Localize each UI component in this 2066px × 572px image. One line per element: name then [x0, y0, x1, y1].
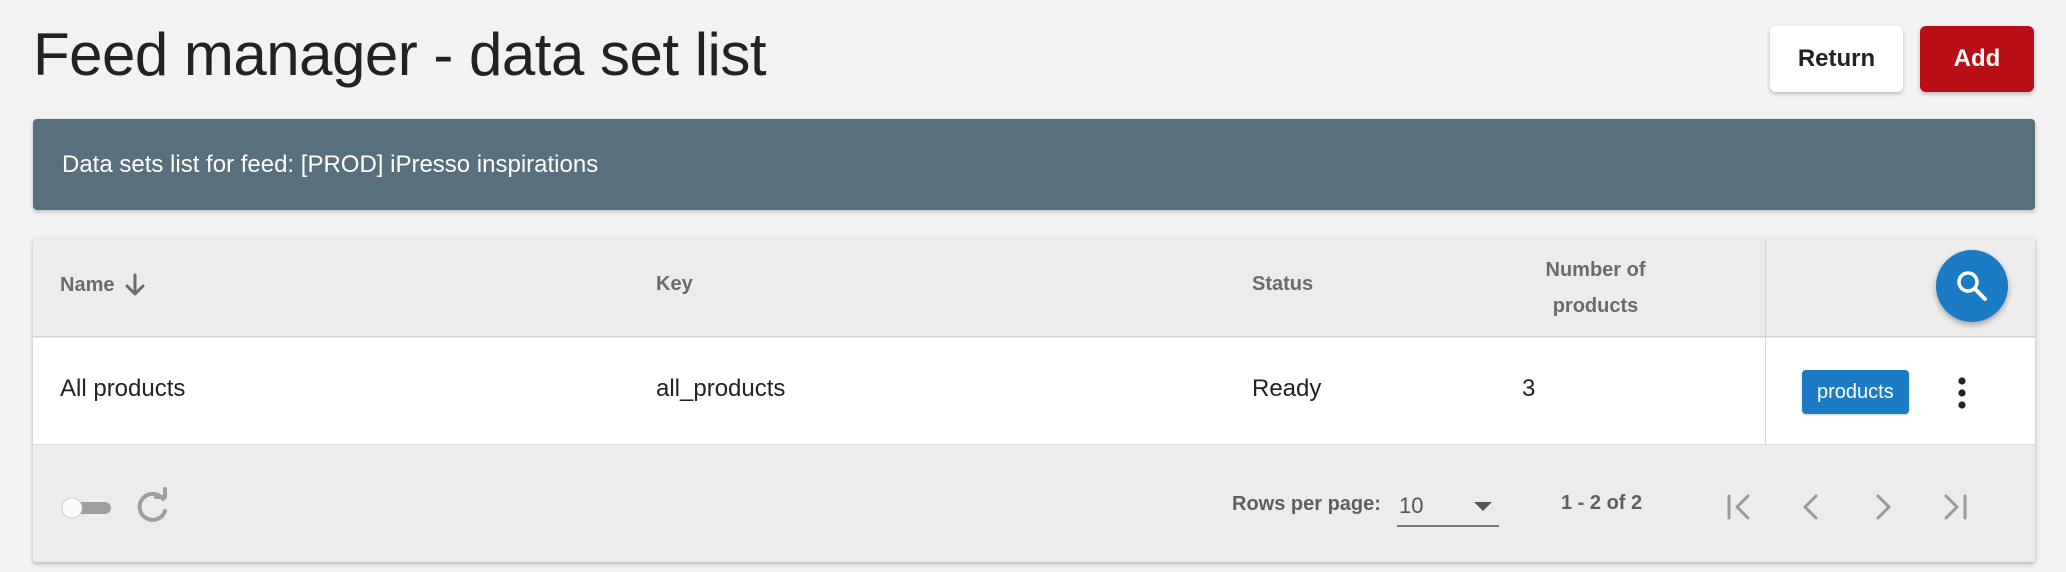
refresh-icon[interactable]: [132, 487, 172, 527]
column-header-name-label: Name: [60, 273, 115, 296]
return-button[interactable]: Return: [1770, 26, 1903, 92]
table-footer: Rows per page: 10 1 - 2 of 2: [33, 445, 2035, 562]
cell-key: all_products: [656, 375, 786, 402]
column-header-number-line1: Number of: [1545, 259, 1646, 281]
cell-status: Ready: [1252, 375, 1322, 402]
dropdown-arrow-icon: [1474, 502, 1492, 511]
info-banner: Data sets list for feed: [PROD] iPresso …: [33, 119, 2035, 210]
table-row[interactable]: All products all_products Ready 3 produc…: [33, 338, 2035, 445]
page-title: Feed manager - data set list: [33, 21, 767, 88]
next-page-icon[interactable]: [1865, 489, 1901, 525]
pagination-range: 1 - 2 of 2: [1561, 492, 1643, 514]
cell-number-of-products: 3: [1522, 375, 1536, 402]
column-header-number-line2: products: [1552, 295, 1639, 317]
rows-per-page-select[interactable]: 10: [1397, 485, 1499, 527]
table-header: Name Key Status Number of products: [33, 237, 2035, 337]
column-header-name[interactable]: Name: [60, 273, 146, 297]
rows-per-page-label: Rows per page:: [1232, 493, 1381, 515]
column-header-number-of-products[interactable]: Number of products: [1533, 252, 1658, 324]
prev-page-icon[interactable]: [1793, 489, 1829, 525]
page: Feed manager - data set list Return Add …: [0, 0, 2066, 572]
column-header-key[interactable]: Key: [656, 273, 693, 296]
first-page-icon[interactable]: [1721, 489, 1757, 525]
search-icon: [1957, 271, 1987, 301]
banner-text: Data sets list for feed: [PROD] iPresso …: [62, 150, 599, 178]
add-button[interactable]: Add: [1920, 26, 2034, 92]
data-set-table: Name Key Status Number of products All p…: [33, 237, 2035, 562]
rows-per-page-value: 10: [1399, 493, 1424, 518]
cell-name: All products: [60, 375, 186, 402]
last-page-icon[interactable]: [1937, 489, 1973, 525]
arrow-down-icon: [125, 273, 145, 296]
search-button[interactable]: [1936, 250, 2008, 322]
column-header-status[interactable]: Status: [1252, 273, 1313, 296]
toggle-icon[interactable]: [61, 497, 113, 519]
